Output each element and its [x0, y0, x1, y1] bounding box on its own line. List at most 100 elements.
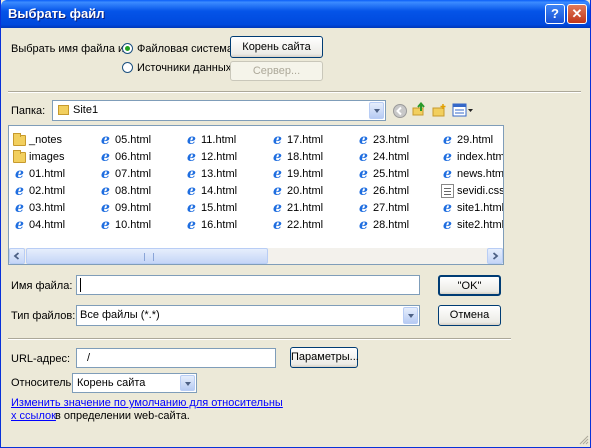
close-icon[interactable]: ✕	[567, 4, 587, 24]
file-name: site1.html	[457, 202, 504, 214]
html-file-icon	[357, 184, 370, 198]
html-file-icon	[99, 167, 112, 181]
html-file-icon	[357, 150, 370, 164]
cancel-button[interactable]: Отмена	[438, 305, 501, 326]
html-file-icon	[271, 201, 284, 215]
html-file-icon	[185, 150, 198, 164]
file-name: 16.html	[201, 219, 238, 231]
html-file-icon	[271, 218, 284, 232]
folder-icon	[13, 150, 26, 163]
file-list[interactable]: site2.html site1.html sevidi.css news.html i…	[8, 125, 504, 265]
file-name: 17.html	[287, 134, 324, 146]
filename-input[interactable]	[76, 275, 420, 295]
radio-data-sources-label[interactable]: Источники данных	[137, 62, 231, 74]
parameters-button[interactable]: Параметры...	[290, 347, 359, 368]
html-file-icon	[271, 133, 284, 147]
resize-grip-icon[interactable]	[577, 433, 589, 445]
chevron-down-icon[interactable]	[369, 102, 384, 119]
server-button[interactable]: Сервер...	[230, 61, 323, 81]
file-name: 08.html	[115, 185, 152, 197]
file-name: 05.html	[115, 134, 152, 146]
title-bar[interactable]: Выбрать файл ? ✕	[1, 0, 590, 28]
file-name: 21.html	[287, 202, 324, 214]
html-file-icon	[99, 218, 112, 232]
file-name: 27.html	[373, 202, 410, 214]
file-name: 12.html	[201, 151, 238, 163]
radio-file-system-label[interactable]: Файловая система	[137, 43, 233, 55]
up-folder-icon[interactable]	[412, 102, 426, 116]
file-name: news.html	[457, 168, 504, 180]
dialog-title: Выбрать файл	[8, 6, 105, 21]
file-name: site2.html	[457, 219, 504, 231]
url-label: URL-адрес:	[11, 353, 70, 365]
filetype-label: Тип файлов:	[11, 310, 76, 322]
choose-file-dialog: Выбрать файл ? ✕ Выбрать имя файла из: Ф…	[0, 0, 591, 448]
html-file-icon	[185, 201, 198, 215]
url-input[interactable]: /	[76, 348, 276, 368]
html-file-icon	[441, 133, 454, 147]
horizontal-scrollbar[interactable]	[9, 248, 503, 264]
scroll-right-icon[interactable]	[487, 248, 503, 264]
back-icon[interactable]	[393, 104, 407, 118]
file-name: 11.html	[201, 134, 237, 146]
scrollbar-thumb[interactable]	[26, 248, 268, 264]
html-file-icon	[185, 184, 198, 198]
file-name: 28.html	[373, 219, 410, 231]
file-name: 14.html	[201, 185, 238, 197]
filename-label: Имя файла:	[11, 280, 73, 292]
file-name: 09.html	[115, 202, 152, 214]
html-file-icon	[357, 167, 370, 181]
html-file-icon	[441, 150, 454, 164]
new-folder-icon[interactable]	[432, 103, 446, 117]
html-file-icon	[13, 201, 26, 215]
folder-label: Папка:	[11, 105, 46, 117]
help-suffix-text: в определении web-сайта.	[55, 410, 190, 422]
file-name: 19.html	[287, 168, 324, 180]
change-default-link[interactable]: Изменить значение по умолчанию для относ…	[11, 397, 283, 409]
html-file-icon	[13, 167, 26, 181]
html-file-icon	[441, 167, 454, 181]
file-name: 06.html	[115, 151, 152, 163]
radio-data-sources[interactable]	[122, 62, 133, 73]
file-name: images	[29, 151, 65, 163]
file-name: 22.html	[287, 219, 324, 231]
file-name: index.html	[457, 151, 504, 163]
folder-icon	[58, 105, 69, 115]
divider	[8, 91, 581, 93]
file-name: 23.html	[373, 134, 410, 146]
html-file-icon	[99, 150, 112, 164]
html-file-icon	[13, 218, 26, 232]
file-name: 07.html	[115, 168, 152, 180]
folder-icon	[13, 133, 26, 146]
change-default-link-cont[interactable]: х ссылок	[11, 410, 56, 422]
html-file-icon	[357, 133, 370, 147]
file-name: 15.html	[201, 202, 238, 214]
file-name: 02.html	[29, 185, 66, 197]
relative-dropdown[interactable]: Корень сайта	[72, 373, 197, 393]
html-file-icon	[441, 218, 454, 232]
html-file-icon	[185, 167, 198, 181]
file-name: 10.html	[115, 219, 152, 231]
view-menu-icon[interactable]	[452, 103, 474, 117]
site-root-button[interactable]: Корень сайта	[230, 36, 323, 58]
filetype-dropdown[interactable]: Все файлы (*.*)	[76, 305, 420, 326]
url-value: /	[87, 352, 91, 364]
folder-dropdown[interactable]: Site1	[52, 100, 386, 121]
file-name: 04.html	[29, 219, 66, 231]
file-name: 01.html	[29, 168, 66, 180]
ok-button[interactable]: "OK"	[438, 275, 501, 296]
html-file-icon	[99, 201, 112, 215]
html-file-icon	[99, 184, 112, 198]
divider	[8, 338, 511, 340]
file-name: 29.html	[457, 134, 494, 146]
radio-file-system[interactable]	[122, 43, 133, 54]
scroll-left-icon[interactable]	[9, 248, 25, 264]
chevron-down-icon[interactable]	[180, 375, 195, 391]
html-file-icon	[441, 201, 454, 215]
chevron-down-icon[interactable]	[403, 307, 418, 324]
file-name: 13.html	[201, 168, 238, 180]
help-icon[interactable]: ?	[545, 4, 565, 24]
html-file-icon	[271, 167, 284, 181]
file-name: 25.html	[373, 168, 410, 180]
html-file-icon	[185, 218, 198, 232]
